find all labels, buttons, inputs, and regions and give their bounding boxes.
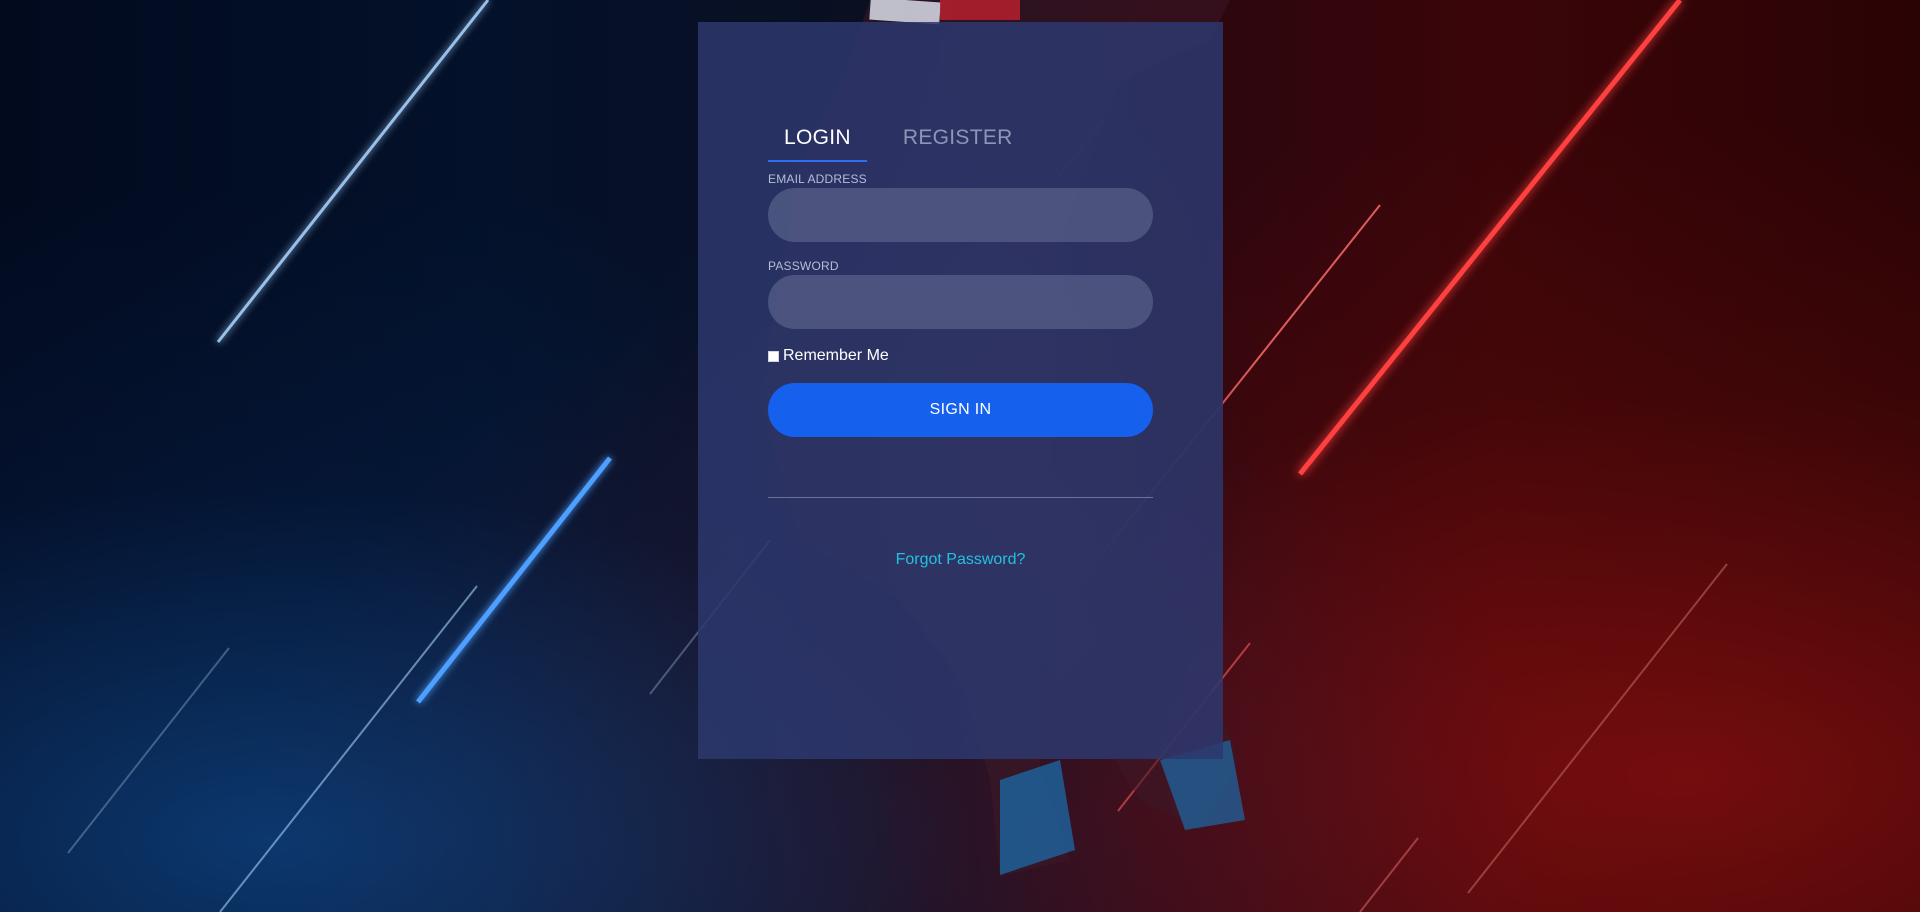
remember-me-checkbox[interactable] [768, 350, 779, 362]
password-field[interactable] [768, 275, 1153, 329]
forgot-password-link[interactable]: Forgot Password? [698, 551, 1223, 569]
login-card: LOGIN REGISTER EMAIL ADDRESS PASSWORD Re… [698, 22, 1223, 759]
blue-streak [216, 0, 490, 343]
auth-tabs: LOGIN REGISTER [768, 120, 1029, 162]
red-streak [1467, 563, 1728, 894]
tab-register[interactable]: REGISTER [887, 120, 1029, 162]
remember-me-label: Remember Me [783, 347, 889, 364]
sign-in-button[interactable]: SIGN IN [768, 383, 1153, 437]
remember-me: Remember Me [768, 347, 889, 365]
tab-login[interactable]: LOGIN [768, 120, 867, 162]
email-field[interactable] [768, 188, 1153, 242]
blue-streak [416, 456, 612, 704]
password-label: PASSWORD [768, 259, 839, 273]
blue-streak [67, 647, 230, 854]
red-streak [1359, 837, 1419, 912]
red-streak [1298, 0, 1682, 476]
divider [768, 497, 1153, 498]
blue-streak [219, 585, 478, 912]
email-label: EMAIL ADDRESS [768, 172, 867, 186]
